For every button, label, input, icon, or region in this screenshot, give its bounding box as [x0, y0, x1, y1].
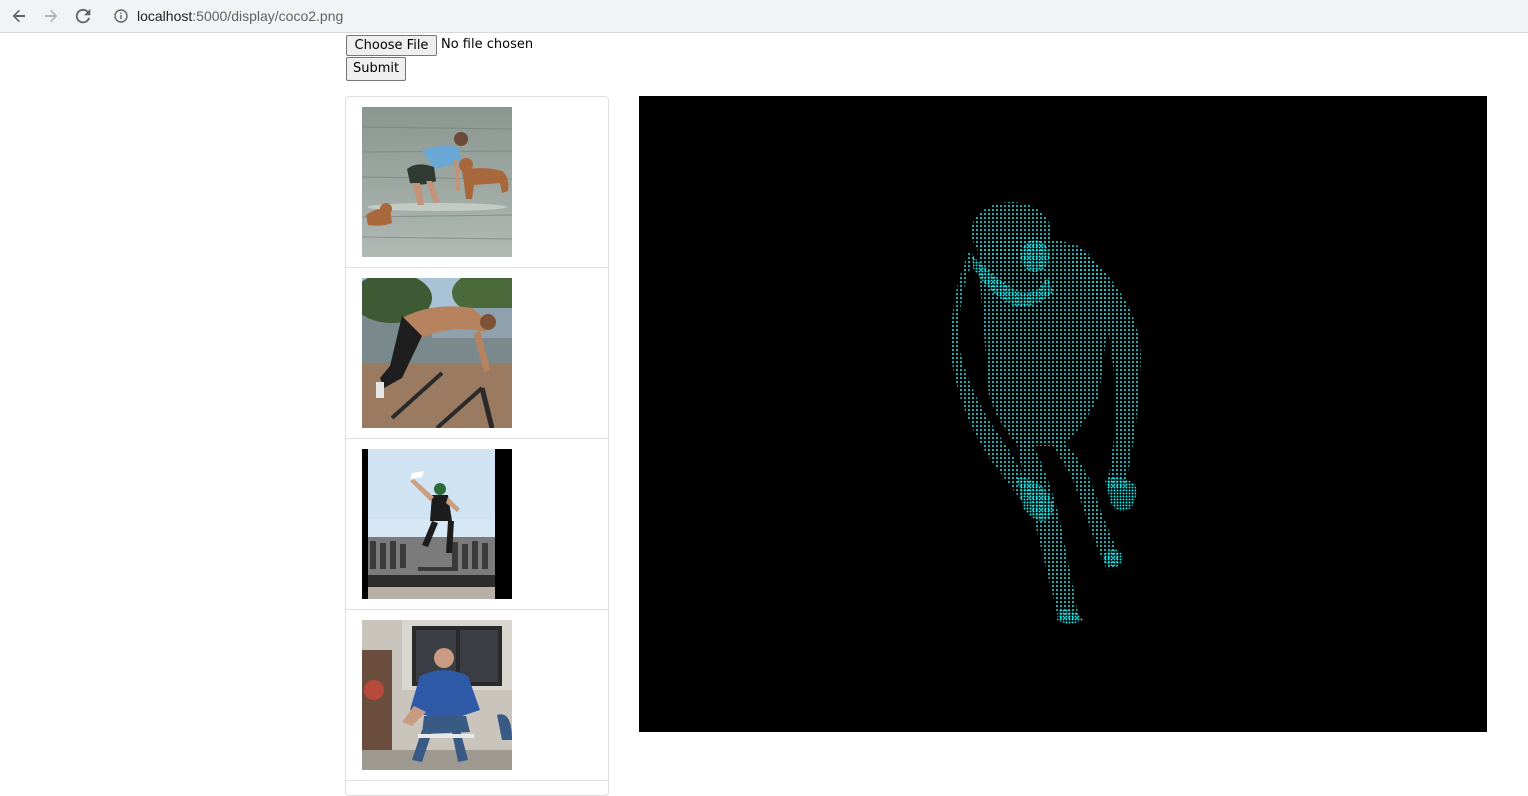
submit-button[interactable]: Submit	[346, 57, 406, 81]
point-cloud-mesh	[950, 202, 1141, 624]
url-path: :5000/display/coco2.png	[192, 8, 344, 24]
upload-form: Choose File No file chosen	[346, 35, 533, 56]
url-host: localhost	[137, 8, 193, 24]
page-content: Choose File No file chosen Submit	[0, 33, 1528, 796]
thumbnail-image[interactable]	[362, 449, 512, 599]
submit-row: Submit	[346, 57, 406, 81]
list-item[interactable]	[346, 268, 608, 439]
reload-button[interactable]	[70, 3, 96, 29]
address-bar[interactable]: localhost:5000/display/coco2.png	[108, 3, 343, 29]
thumbnail-list	[345, 96, 609, 796]
list-item[interactable]	[346, 610, 608, 781]
arrow-right-icon	[45, 9, 58, 23]
thumbnail-image[interactable]	[362, 278, 512, 428]
file-status-text: No file chosen	[441, 37, 534, 53]
list-item[interactable]	[346, 439, 608, 610]
forward-button[interactable]	[38, 3, 64, 29]
result-image	[639, 96, 1487, 732]
list-item[interactable]	[346, 97, 608, 268]
thumbnail-image[interactable]	[362, 107, 512, 257]
arrow-left-icon	[12, 9, 25, 23]
info-circle-icon[interactable]	[114, 9, 128, 23]
browser-toolbar: localhost:5000/display/coco2.png	[0, 0, 1528, 33]
back-button[interactable]	[6, 3, 32, 29]
choose-file-button[interactable]: Choose File	[346, 35, 437, 56]
reload-icon	[75, 8, 91, 24]
thumbnail-image[interactable]	[362, 620, 512, 770]
